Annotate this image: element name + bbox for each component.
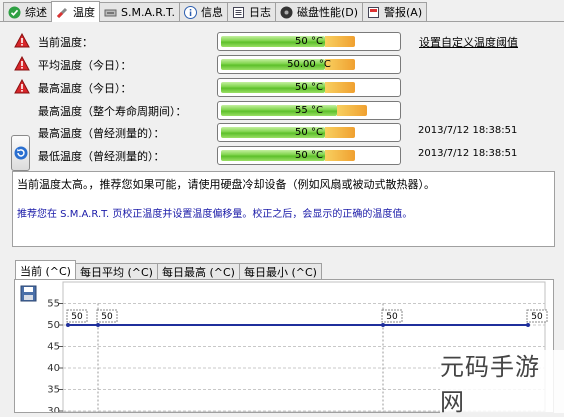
tab-label: S.M.A.R.T. xyxy=(121,5,175,19)
graph-tab-daily-max[interactable]: 每日最高 (^C) xyxy=(156,263,240,280)
temperature-label: 最高温度（曾经测量的）： xyxy=(38,127,165,140)
tab-label: 温度 xyxy=(73,6,95,19)
tab-smart[interactable]: S.M.A.R.T. xyxy=(99,2,180,21)
graph-tab-daily-min[interactable]: 每日最小 (^C) xyxy=(238,263,322,280)
disk-performance-icon xyxy=(280,6,293,19)
temperature-value: 50 °C xyxy=(295,127,323,138)
refresh-button[interactable] xyxy=(11,135,30,171)
temperature-bar: 50 °C xyxy=(217,123,401,142)
tab-label: 信息 xyxy=(200,6,223,19)
tab-log[interactable]: 日志 xyxy=(226,2,276,21)
measurement-timestamp: 2013/7/12 18:38:51 xyxy=(418,125,518,136)
info-icon xyxy=(183,5,197,19)
temperature-label: 最高温度（整个寿命周期间）： xyxy=(38,105,187,118)
data-label: 50 xyxy=(531,312,543,322)
save-graph-button[interactable] xyxy=(20,285,37,302)
y-tick-label: 40 xyxy=(47,363,60,374)
temperature-value: 50.00 °C xyxy=(287,59,331,70)
graph-tab-bar: 当前 (^C) 每日平均 (^C) 每日最高 (^C) 每日最小 (^C) xyxy=(15,260,322,280)
watermark-text: 元码手游网 xyxy=(440,352,540,416)
tab-info[interactable]: 信息 xyxy=(178,2,228,21)
tab-label: 警报(A) xyxy=(384,6,423,19)
temperature-label: 最低温度（曾经测量的）： xyxy=(38,150,165,163)
data-point xyxy=(66,323,70,327)
temperature-value: 50 °C xyxy=(295,150,323,161)
log-icon xyxy=(232,6,245,19)
temperature-row: 最高温度（曾经测量的）： 50 °C 2013/7/12 18:38:51 xyxy=(0,121,564,143)
temperature-label: 平均温度（今日）： xyxy=(38,59,132,72)
y-tick-label: 45 xyxy=(47,342,60,353)
temperature-row: 当前温度： 50 °C 设置自定义温度阈值 xyxy=(0,30,564,52)
y-tick-label: 30 xyxy=(47,406,60,412)
data-point xyxy=(96,323,100,327)
thermometer-icon xyxy=(56,6,69,19)
temperature-row: 最高温度（今日）： 50 °C xyxy=(0,76,564,98)
calibration-hint-text: 推荐您在 S.M.A.R.T. 页校正温度并设置温度偏移量。校正之后，会显示的正… xyxy=(17,209,413,220)
tab-overview[interactable]: 综述 xyxy=(3,2,52,21)
graph-tab-current[interactable]: 当前 (^C) xyxy=(15,260,76,280)
graph-tab-daily-average[interactable]: 每日平均 (^C) xyxy=(74,263,158,280)
temperature-bar: 55 °C xyxy=(217,101,401,120)
data-label: 50 xyxy=(71,312,83,322)
check-circle-icon xyxy=(8,6,21,19)
watermark-logo: 元码手游网 xyxy=(440,350,564,416)
temperature-value: 50 °C xyxy=(295,36,323,47)
y-tick-label: 50 xyxy=(47,320,60,331)
floppy-save-icon xyxy=(20,285,37,302)
temperature-bar: 50 °C xyxy=(217,146,401,165)
data-label: 50 xyxy=(386,312,398,322)
warning-icon xyxy=(14,78,30,95)
data-point xyxy=(381,323,385,327)
measurement-timestamp: 2013/7/12 18:38:51 xyxy=(418,148,518,159)
temperature-row: 最高温度（整个寿命周期间）： 55 °C xyxy=(0,99,564,121)
tab-label: 磁盘性能(D) xyxy=(296,6,359,19)
y-tick-label: 35 xyxy=(47,385,60,396)
temperature-bar: 50 °C xyxy=(217,78,401,97)
tab-temperature[interactable]: 温度 xyxy=(51,1,100,22)
temperature-row: 最低温度（曾经测量的）： 50 °C 2013/7/12 18:38:51 xyxy=(0,144,564,166)
refresh-icon xyxy=(14,146,27,160)
smart-icon xyxy=(104,6,117,19)
warning-icon xyxy=(14,32,30,49)
tab-label: 日志 xyxy=(248,6,271,19)
tab-alert[interactable]: 警报(A) xyxy=(362,2,428,21)
temperature-label: 当前温度： xyxy=(38,36,93,49)
temperature-value: 50 °C xyxy=(295,82,323,93)
main-tab-bar: 综述 温度 S.M.A.R.T. 信息 日志 磁盘性能(D) 警报(A) xyxy=(0,0,564,22)
alert-icon xyxy=(367,6,380,19)
y-tick-label: 55 xyxy=(47,299,60,310)
tab-label: 综述 xyxy=(25,6,47,19)
temperature-value: 55 °C xyxy=(295,105,323,116)
temperature-row: 平均温度（今日）： 50.00 °C xyxy=(0,53,564,75)
tab-disk-performance[interactable]: 磁盘性能(D) xyxy=(274,2,364,21)
advice-message-box: 当前温度太高。，推荐您如果可能，请使用硬盘冷却设备（例如风扇或被动式散热器）。 … xyxy=(12,171,555,247)
warning-icon xyxy=(14,55,30,72)
temperature-bar: 50 °C xyxy=(217,32,401,51)
data-point xyxy=(526,323,530,327)
temperature-label: 最高温度（今日）： xyxy=(38,82,132,95)
set-custom-threshold-link[interactable]: 设置自定义温度阈值 xyxy=(419,34,518,50)
temperature-bar: 50.00 °C xyxy=(217,55,401,74)
data-label: 50 xyxy=(101,312,113,322)
advice-message-text: 当前温度太高。，推荐您如果可能，请使用硬盘冷却设备（例如风扇或被动式散热器）。 xyxy=(17,178,435,191)
